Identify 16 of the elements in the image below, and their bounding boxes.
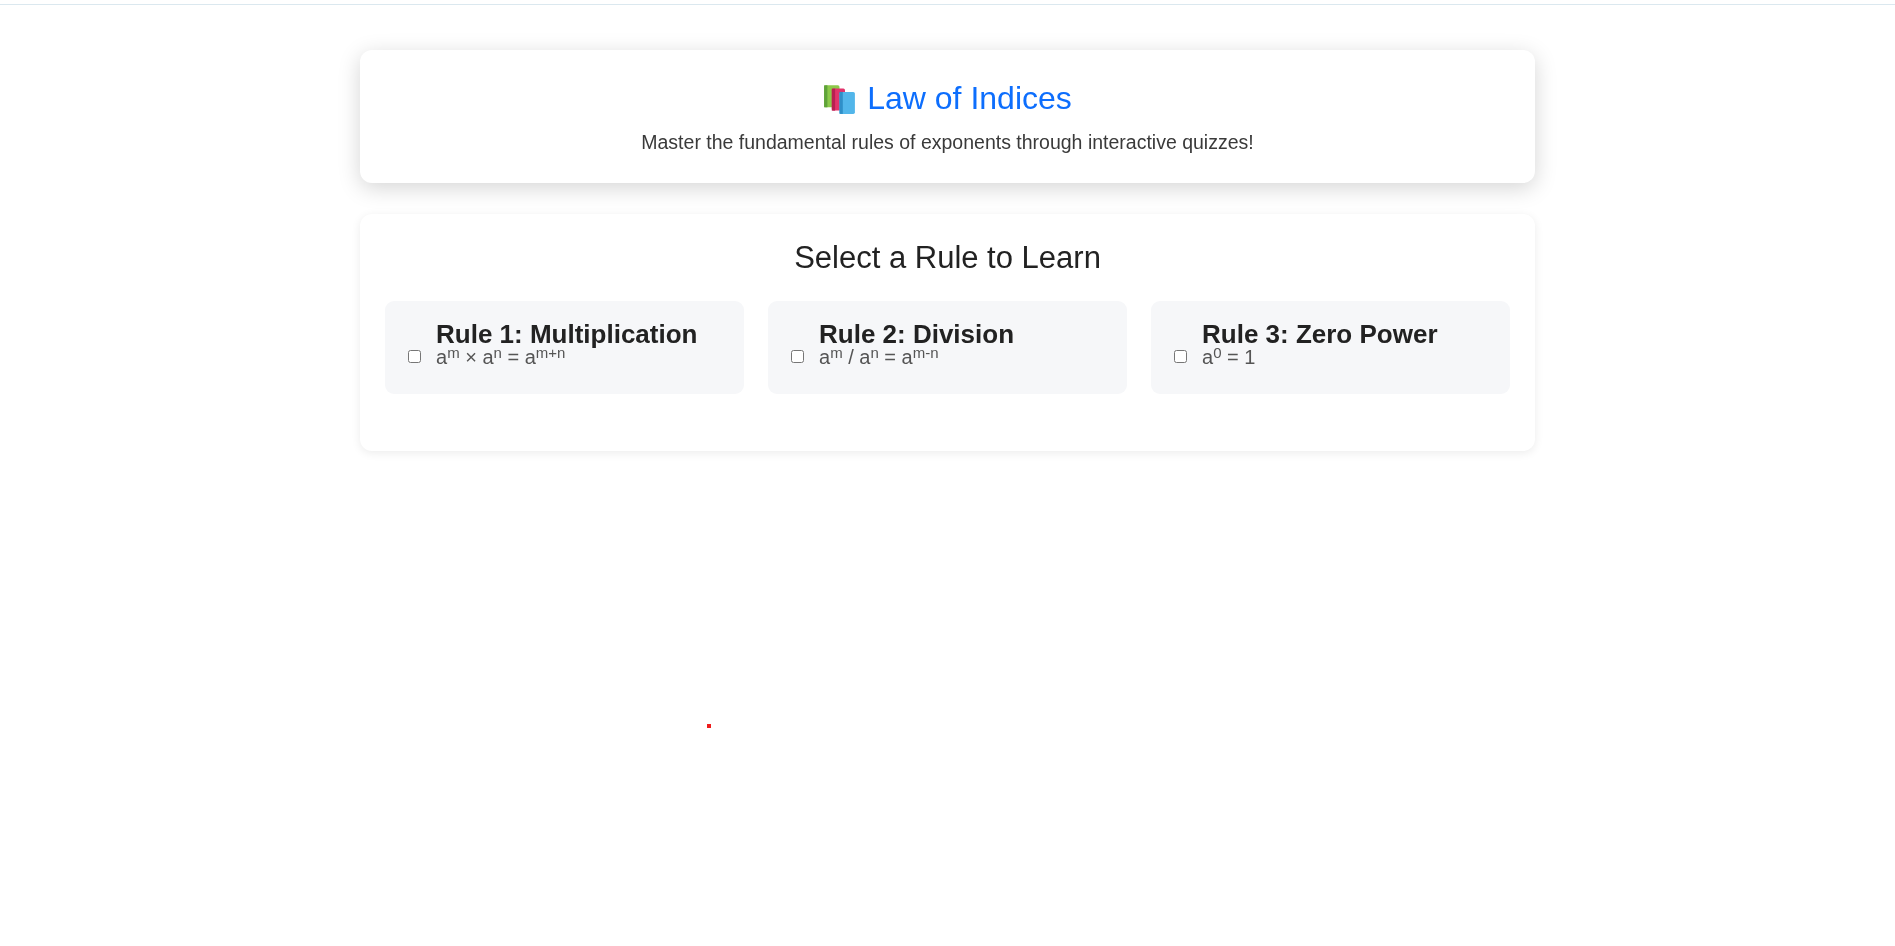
rule-title: Rule 2: Division — [819, 319, 1015, 349]
rule-checkbox[interactable] — [791, 350, 804, 363]
rule-title: Rule 3: Zero Power — [1202, 319, 1438, 349]
rule-formula: a$^{0}$ = 1 — [1202, 347, 1257, 367]
books-icon — [823, 82, 857, 114]
rule-card[interactable]: Rule 2: Division a$^{m}$ / a$^{n}$ = a$^{m-n}$ — [768, 301, 1127, 394]
section-heading: Select a Rule to Learn — [793, 240, 1102, 276]
app-subtitle: Master the fundamental rules of exponents through interactive quizzes! — [640, 130, 1255, 154]
rule-checkbox[interactable] — [408, 350, 421, 363]
rule-title: Rule 1: Multiplication — [436, 319, 698, 349]
rule-formula: a$^{m}$ × a$^{n}$ = a$^{m+n}$ — [436, 347, 566, 367]
rule-card[interactable]: Rule 1: Multiplication a$^{m}$ × a$^{n}$ = a$^{m+n}$ — [385, 301, 744, 394]
rule-card[interactable]: Rule 3: Zero Power a$^{0}$ = 1 — [1151, 301, 1510, 394]
rule-checkbox[interactable] — [1174, 350, 1187, 363]
rule-formula: a$^{m}$ / a$^{n}$ = a$^{m-n}$ — [819, 347, 940, 367]
app-title: Law of Indices — [867, 79, 1072, 118]
